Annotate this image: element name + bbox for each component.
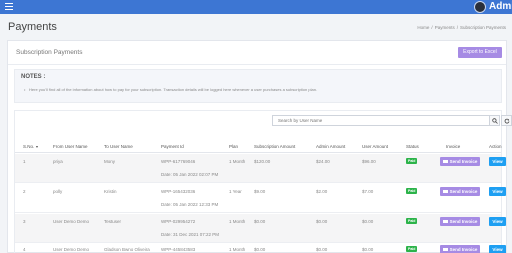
send-invoice-button[interactable]: Send Invoice [440,187,480,196]
send-invoice-button[interactable]: Send Invoice [440,217,480,226]
cell-sno: 1 [23,159,26,164]
cell-to-user: Testuser [104,219,122,224]
user-name[interactable]: Admin [489,1,512,12]
cell-plan: 1 Year [229,189,242,194]
column-sno[interactable]: S.No.▼ [23,144,39,149]
cell-date: Date: 05 Jan 2022 02:07 PM [161,172,219,177]
breadcrumb-payments[interactable]: Payments [435,25,455,30]
view-button[interactable]: View [489,157,506,166]
export-to-excel-button[interactable]: Export to Excel [458,47,502,58]
cell-payment-id: WPP-165432036 [161,189,196,194]
cell-date: Date: 05 Jan 2022 12:33 PM [161,202,219,207]
notes-panel: NOTES : Here you'll find all of the info… [14,69,502,103]
send-invoice-button[interactable]: Send Invoice [440,245,480,253]
reset-button[interactable] [501,115,512,126]
cell-from-user: User Demo Demo [53,247,90,252]
notes-title: NOTES : [21,74,46,80]
view-button[interactable]: View [489,217,506,226]
status-badge: Paid [406,158,418,164]
cell-to-user: Gladson Bwno Oliveira [104,247,150,252]
cell-to-user: Kristin [104,189,117,194]
column-status: Status [406,144,419,149]
column-user-amount: User Amount [362,144,389,149]
cell-user-amount: $7.00 [362,189,374,194]
envelope-icon [442,160,448,163]
cell-payment-id: WPP-617769046 [161,159,196,164]
column-subscription-amount: Subscription Amount [254,144,296,149]
breadcrumb: Home / Payments / Subscription Payments [417,25,506,30]
cell-subscription-amount: $120.00 [254,159,271,164]
cell-sno: 4 [23,247,26,252]
envelope-icon [442,190,448,193]
cell-admin-amount: $2.00 [316,189,328,194]
cell-from-user: polly [53,189,63,194]
table-header: S.No.▼ From User Name To User Name Payme… [15,140,502,153]
avatar[interactable] [474,1,486,13]
refresh-icon [504,118,510,124]
table-row: 4 User Demo Demo Gladson Bwno Oliveira W… [15,244,506,253]
envelope-icon [442,248,448,251]
cell-admin-amount: $24.00 [316,159,330,164]
cell-user-amount: $96.00 [362,159,376,164]
cell-plan: 1 Month [229,219,246,224]
table-row: 2 polly Kristin WPP-165432036 Date: 05 J… [15,184,506,213]
subscription-payments-card: Subscription Payments Export to Excel NO… [7,40,512,253]
cell-from-user: User Demo Demo [53,219,90,224]
page-title: Payments [8,21,57,33]
card-header: Subscription Payments Export to Excel [8,41,506,65]
table-row: 1 priya Mony WPP-617769046 Date: 05 Jan … [15,154,506,183]
column-from-user: From User Name [53,144,88,149]
view-button[interactable]: View [489,187,506,196]
payments-table: S.No.▼ From User Name To User Name Payme… [14,110,512,253]
cell-user-amount: $0.00 [362,247,374,252]
cell-subscription-amount: $0.00 [254,247,266,252]
top-navbar: Admin [0,0,512,14]
cell-payment-id: WPP-445843583 [161,247,196,252]
cell-to-user: Mony [104,159,116,164]
status-badge: Paid [406,246,418,252]
status-badge: Paid [406,218,418,224]
cell-from-user: priya [53,159,63,164]
cell-sno: 2 [23,189,26,194]
column-action: Action [489,144,502,149]
breadcrumb-current: Subscription Payments [459,25,506,30]
search-input[interactable] [272,115,490,126]
table-row: 3 User Demo Demo Testuser WPP-029954272 … [15,214,506,243]
cell-subscription-amount: $0.00 [254,219,266,224]
column-invoice: Invoice [446,144,461,149]
cell-plan: 1 Month [229,159,246,164]
cell-plan: 1 Month [229,247,246,252]
envelope-icon [442,220,448,223]
search-button[interactable] [489,115,500,126]
send-invoice-button[interactable]: Send Invoice [440,157,480,166]
cell-payment-id: WPP-029954272 [161,219,196,224]
cell-sno: 3 [23,219,26,224]
column-to-user: To User Name [104,144,133,149]
column-plan: Plan [229,144,239,149]
search-icon [492,118,498,124]
column-admin-amount: Admin Amount [316,144,346,149]
cell-date: Date: 31 Dec 2021 07:22 PM [161,232,220,237]
breadcrumb-home[interactable]: Home [417,25,429,30]
notes-text: Here you'll find all of the information … [24,87,317,92]
hamburger-icon[interactable] [5,3,13,10]
cell-user-amount: $0.00 [362,219,374,224]
status-badge: Paid [406,188,418,194]
view-button[interactable]: View [489,245,506,253]
cell-subscription-amount: $9.00 [254,189,266,194]
cell-admin-amount: $0.00 [316,219,328,224]
sort-caret-icon: ▼ [35,145,39,149]
card-title: Subscription Payments [16,49,83,56]
column-payment-id: Payment Id [161,144,184,149]
cell-admin-amount: $0.00 [316,247,328,252]
